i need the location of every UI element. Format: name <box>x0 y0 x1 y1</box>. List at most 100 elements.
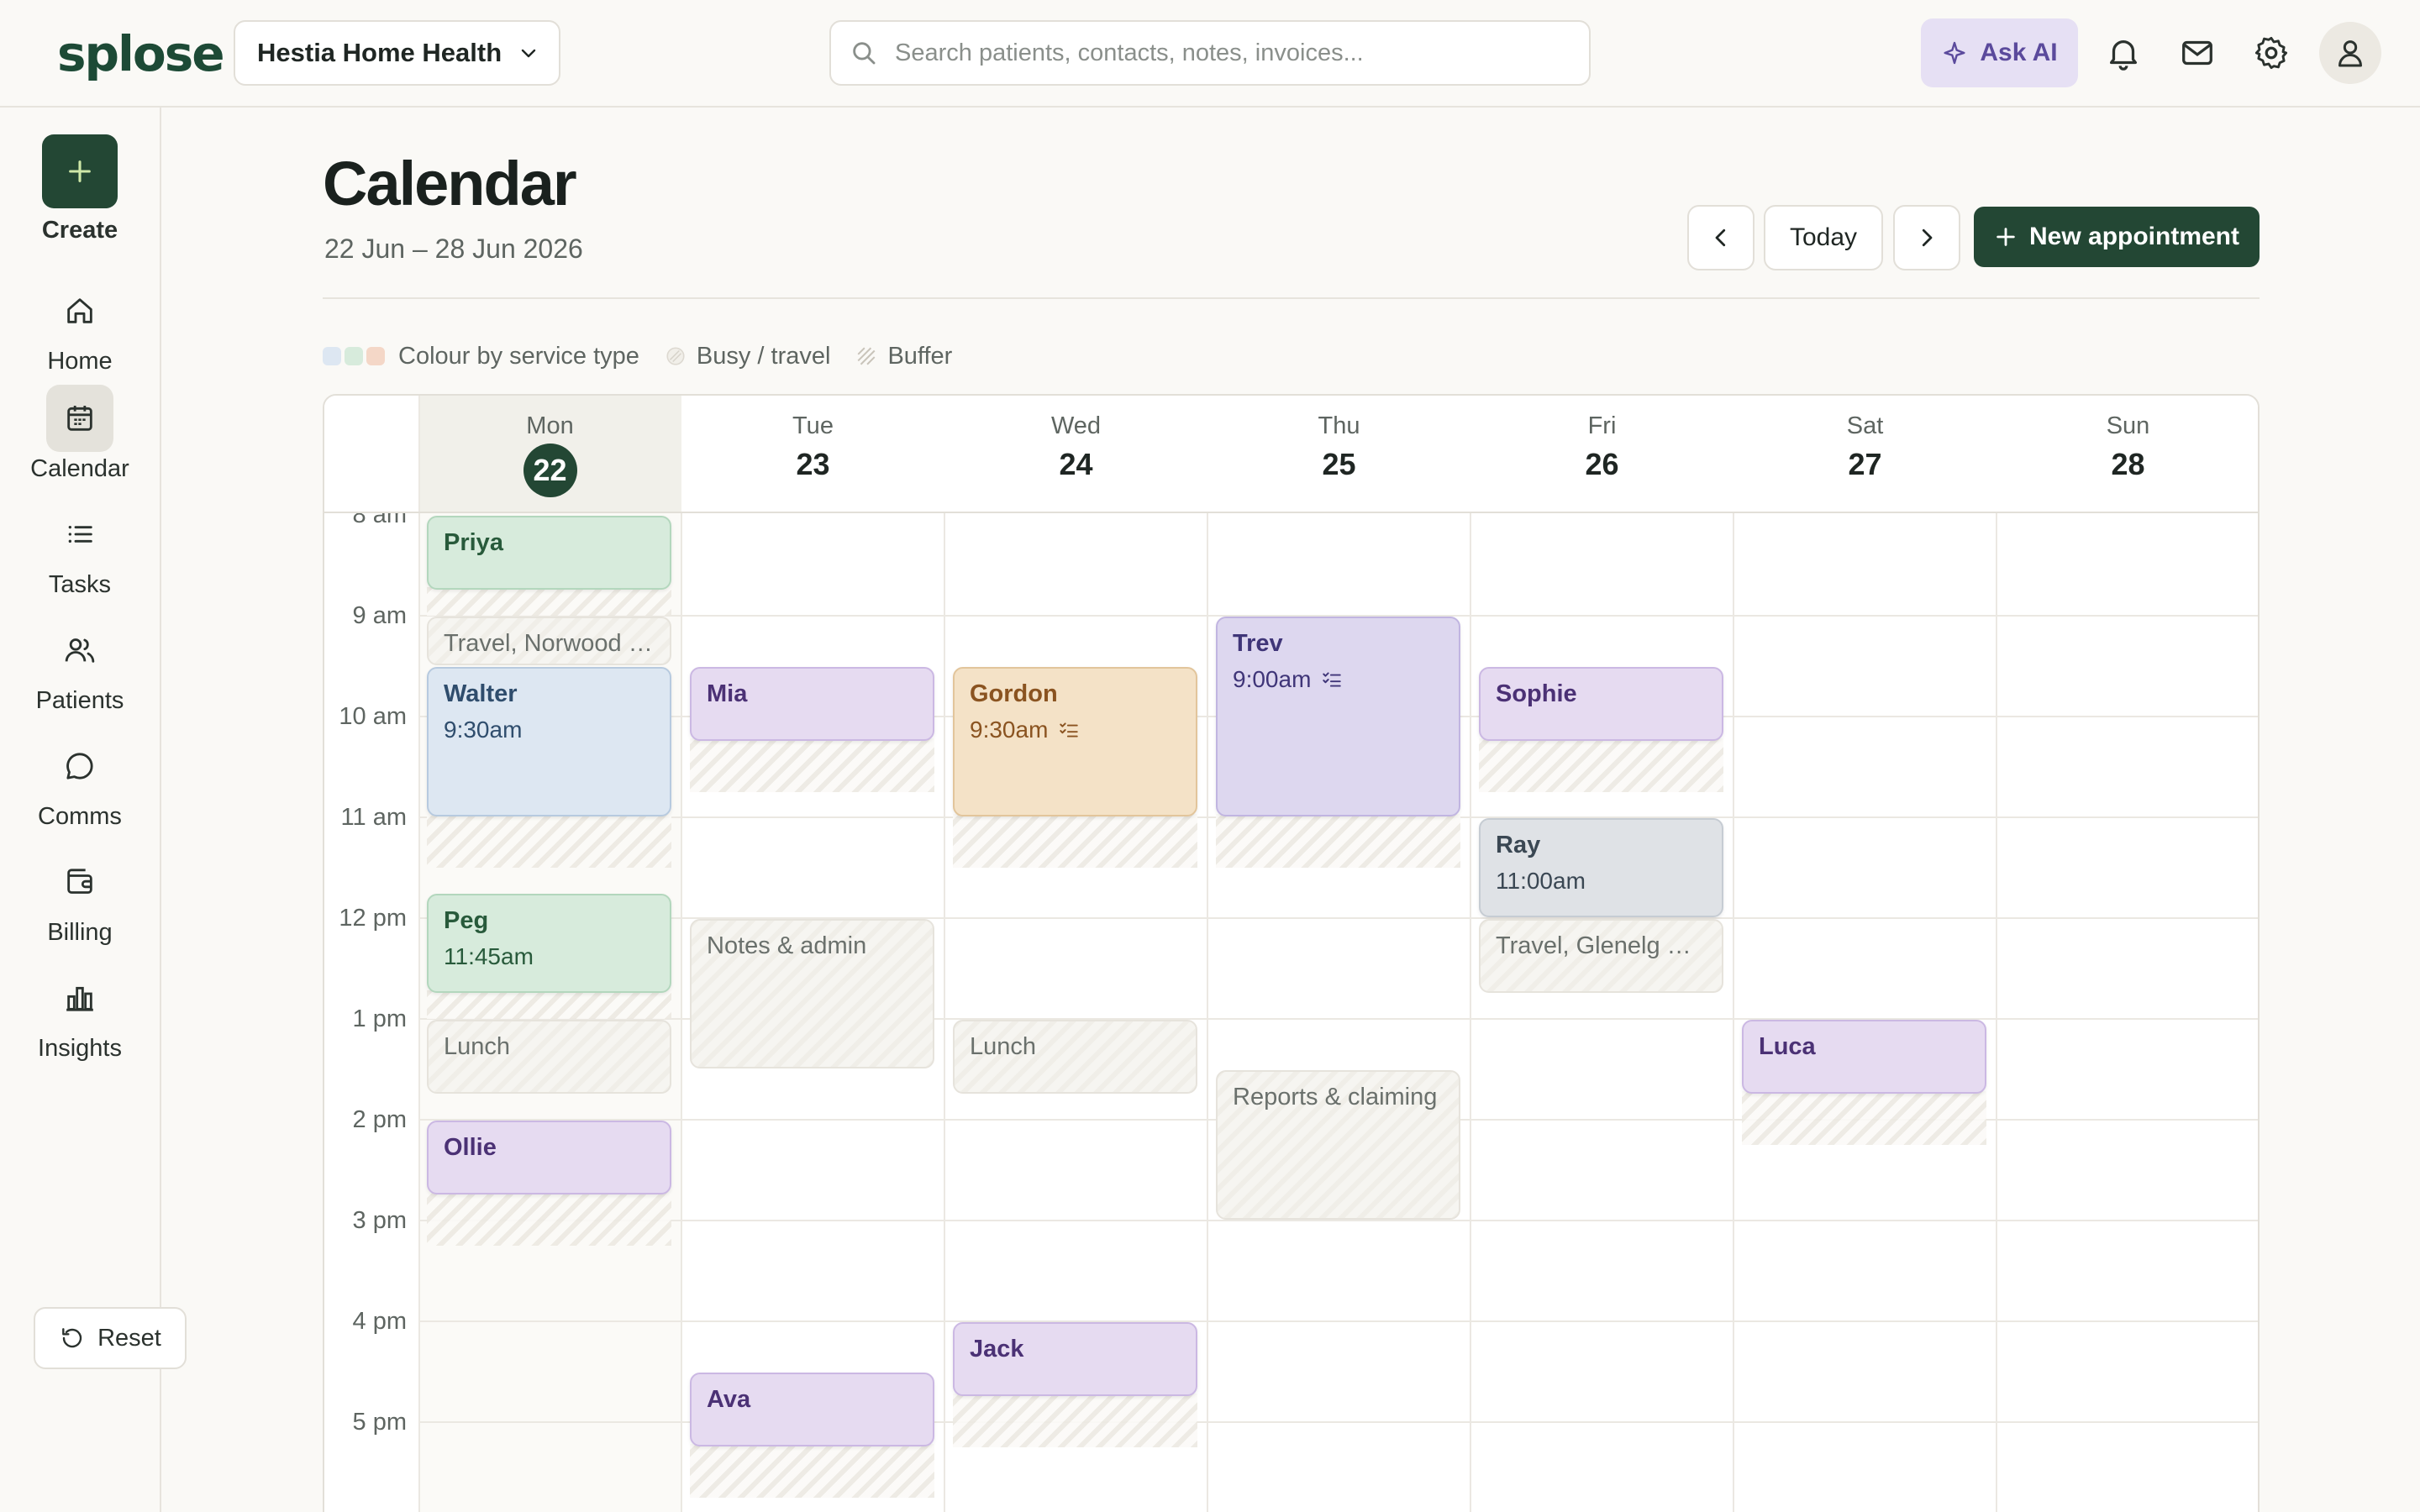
buffer-block <box>427 1192 671 1246</box>
search-input[interactable] <box>895 39 1567 67</box>
busy-block[interactable]: Lunch <box>953 1020 1197 1094</box>
day-name: Mon <box>526 412 574 439</box>
column-divider <box>1733 513 1734 1512</box>
ask-ai-button[interactable]: Ask AI <box>1921 18 2078 87</box>
busy-block[interactable]: Reports & claiming <box>1216 1070 1460 1220</box>
gear-icon[interactable] <box>2252 34 2291 72</box>
sparkle-icon <box>1941 39 1968 66</box>
mail-icon[interactable] <box>2178 34 2217 72</box>
sidebar-item-comms[interactable]: Comms <box>0 732 160 831</box>
appointment[interactable]: Peg 11:45am <box>427 894 671 993</box>
day-header-thu[interactable]: Thu 25 <box>1207 396 1470 512</box>
reset-label: Reset <box>97 1324 161 1352</box>
day-date: 26 <box>1585 447 1619 481</box>
chevron-right-icon <box>1914 225 1939 250</box>
buffer-icon <box>855 345 877 367</box>
home-icon <box>46 277 113 344</box>
header-column-divider <box>1733 396 1734 512</box>
sidebar-item-home[interactable]: Home <box>0 277 160 375</box>
ask-ai-label: Ask AI <box>1980 39 2058 66</box>
day-date: 22 <box>523 444 577 497</box>
header-column-divider <box>1207 396 1208 512</box>
reset-button[interactable]: Reset <box>34 1307 187 1369</box>
busy-block[interactable]: Notes & admin <box>690 919 934 1068</box>
day-header-sun[interactable]: Sun 28 <box>1996 396 2258 512</box>
calendar-grid[interactable]: 8 am 9 am 10 am 11 am 12 pm 1 pm 2 pm 3 pm 4 pm 5… <box>324 501 2258 1512</box>
checklist-icon <box>1321 669 1343 690</box>
time-label: 3 pm <box>324 1207 407 1235</box>
appointment[interactable]: Priya <box>427 516 671 590</box>
legend-colour-by[interactable]: Colour by service type <box>398 343 639 370</box>
appointment[interactable]: Walter 9:30am <box>427 667 671 816</box>
appointment[interactable]: Luca <box>1742 1020 1986 1094</box>
sidebar: Create Home Calendar Tasks Patients Comm… <box>0 108 161 1512</box>
chat-icon <box>46 732 113 800</box>
busy-block[interactable]: Lunch <box>427 1020 671 1094</box>
new-appointment-button[interactable]: New appointment <box>1974 207 2260 267</box>
sidebar-item-insights[interactable]: Insights <box>0 964 160 1063</box>
list-icon <box>46 501 113 568</box>
appointment-time: 11:45am <box>444 943 534 969</box>
organisation-name: Hestia Home Health <box>257 38 502 67</box>
global-search[interactable] <box>829 20 1591 86</box>
appointment[interactable]: Sophie <box>1479 667 1723 741</box>
appointment[interactable]: Trev 9:00am <box>1216 617 1460 816</box>
sidebar-item-calendar[interactable]: Calendar <box>0 385 160 483</box>
user-avatar[interactable] <box>2319 22 2381 84</box>
day-header-sat[interactable]: Sat 27 <box>1733 396 1996 512</box>
header-column-divider <box>681 396 682 512</box>
day-header-tue[interactable]: Tue 23 <box>681 396 944 512</box>
appointment-title: Reports & claiming <box>1233 1084 1438 1110</box>
header-column-divider <box>944 396 945 512</box>
appointment-title: Notes & admin <box>707 932 867 959</box>
legend-buffer: Buffer <box>887 342 953 370</box>
top-bar: splose Hestia Home Health Ask AI <box>0 0 2420 108</box>
organisation-select[interactable]: Hestia Home Health <box>234 20 560 86</box>
appointment[interactable]: Mia <box>690 667 934 741</box>
appointment-time: 9:30am <box>970 717 1049 743</box>
search-icon <box>850 39 878 67</box>
busy-block[interactable]: Travel, Norwood → Walter <box>427 617 671 665</box>
header-column-divider <box>2259 396 2260 512</box>
wallet-icon <box>46 848 113 916</box>
buffer-block <box>427 990 671 1019</box>
appointment-title: Mia <box>707 680 748 707</box>
buffer-block <box>427 587 671 616</box>
create-button[interactable] <box>42 134 118 208</box>
day-header-fri[interactable]: Fri 26 <box>1470 396 1733 512</box>
sidebar-item-billing[interactable]: Billing <box>0 848 160 947</box>
day-name: Thu <box>1318 412 1360 439</box>
sidebar-item-patients[interactable]: Patients <box>0 617 160 715</box>
buffer-block <box>953 1394 1197 1447</box>
appointment-title: Walter <box>444 680 518 707</box>
sidebar-item-label: Home <box>47 348 113 375</box>
busy-block[interactable]: Travel, Glenelg → Walter <box>1479 919 1723 993</box>
chevron-left-icon <box>1708 225 1733 250</box>
day-name: Fri <box>1587 412 1617 439</box>
sidebar-item-label: Billing <box>47 919 113 946</box>
column-divider <box>1470 513 1471 1512</box>
today-button[interactable]: Today <box>1764 205 1883 270</box>
bell-icon[interactable] <box>2104 34 2143 72</box>
time-label: 5 pm <box>324 1409 407 1436</box>
sidebar-item-tasks[interactable]: Tasks <box>0 501 160 599</box>
next-week-button[interactable] <box>1893 205 1960 270</box>
appointment[interactable]: Ollie <box>427 1121 671 1194</box>
appointment[interactable]: Ray 11:00am <box>1479 818 1723 917</box>
logo[interactable]: splose <box>57 25 225 82</box>
day-header-mon[interactable]: Mon 22 <box>418 396 681 512</box>
time-label: 11 am <box>324 804 407 832</box>
legend-swatch-green <box>345 347 363 365</box>
column-divider <box>1207 513 1208 1512</box>
appointment[interactable]: Ava <box>690 1373 934 1446</box>
appointment[interactable]: Jack <box>953 1322 1197 1396</box>
previous-week-button[interactable] <box>1687 205 1754 270</box>
appointment[interactable]: Gordon 9:30am <box>953 667 1197 816</box>
plus-icon <box>66 157 94 186</box>
appointment-time: 9:30am <box>444 717 523 743</box>
header-divider <box>323 297 2260 299</box>
legend-swatch-blue <box>323 347 341 365</box>
day-header-wed[interactable]: Wed 24 <box>944 396 1207 512</box>
column-divider <box>944 513 945 1512</box>
new-appointment-label: New appointment <box>2028 223 2239 250</box>
